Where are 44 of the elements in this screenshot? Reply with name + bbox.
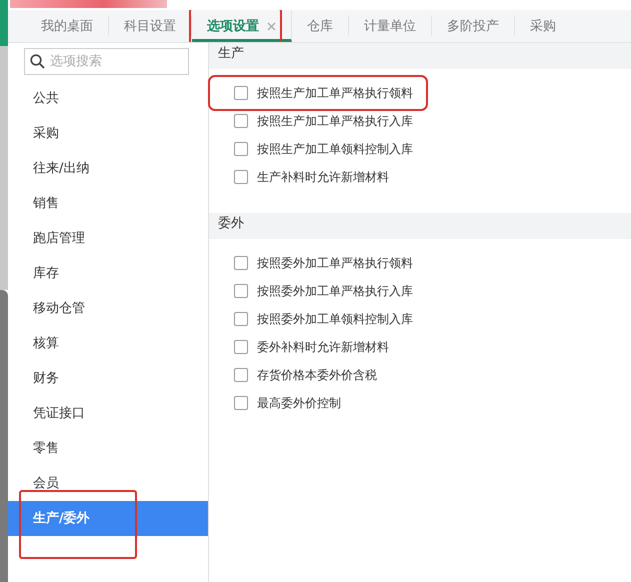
- tab[interactable]: 我的桌面: [26, 16, 109, 36]
- search-field[interactable]: 选项搜索: [24, 48, 189, 75]
- option-label: 最高委外价控制: [257, 394, 341, 412]
- sidebar-item[interactable]: 移动仓管: [8, 291, 208, 326]
- option-label: 按照委外加工单严格执行入库: [257, 282, 413, 300]
- option-label: 按照生产加工单严格执行领料: [257, 84, 413, 102]
- sidebar-item[interactable]: 生产/委外: [8, 501, 208, 536]
- checkbox[interactable]: [234, 396, 248, 410]
- tab[interactable]: 科目设置: [109, 16, 192, 36]
- sidebar-item[interactable]: 跑店管理: [8, 221, 208, 256]
- sidebar-item[interactable]: 销售: [8, 186, 208, 221]
- close-icon[interactable]: [267, 22, 276, 30]
- tab[interactable]: 计量单位: [349, 16, 432, 36]
- section-header: 委外: [209, 213, 631, 239]
- sidebar-item[interactable]: 凭证接口: [8, 396, 208, 431]
- checkbox[interactable]: [234, 312, 248, 326]
- checkbox[interactable]: [234, 340, 248, 354]
- option-label: 存货价格本委外价含税: [257, 366, 377, 384]
- sidebar-item[interactable]: 会员: [8, 466, 208, 501]
- tab[interactable]: 仓库: [292, 16, 349, 36]
- option-label: 委外补料时允许新增材料: [257, 338, 389, 356]
- checkbox[interactable]: [234, 114, 248, 128]
- accent-bar: [0, 0, 8, 46]
- sidebar-item[interactable]: 核算: [8, 326, 208, 361]
- tab[interactable]: 采购: [515, 16, 556, 36]
- checkbox[interactable]: [234, 86, 248, 100]
- sidebar-item[interactable]: 采购: [8, 116, 208, 151]
- option-label: 按照生产加工单严格执行入库: [257, 112, 413, 130]
- option-label: 生产补料时允许新增材料: [257, 168, 389, 186]
- sidebar-item[interactable]: 公共: [8, 81, 208, 116]
- checkbox[interactable]: [234, 368, 248, 382]
- sidebar-item[interactable]: 库存: [8, 256, 208, 291]
- sidebar-item[interactable]: 往来/出纳: [8, 151, 208, 186]
- option-label: 按照生产加工单领料控制入库: [257, 140, 413, 158]
- sidebar-item[interactable]: 零售: [8, 431, 208, 466]
- checkbox[interactable]: [234, 142, 248, 156]
- tab[interactable]: 多阶投产: [432, 16, 515, 36]
- checkbox[interactable]: [234, 256, 248, 270]
- checkbox[interactable]: [234, 284, 248, 298]
- sidebar-item[interactable]: 财务: [8, 361, 208, 396]
- option-label: 按照委外加工单严格执行领料: [257, 254, 413, 272]
- section-header: 生产: [209, 43, 631, 69]
- option-label: 按照委外加工单领料控制入库: [257, 310, 413, 328]
- checkbox[interactable]: [234, 170, 248, 184]
